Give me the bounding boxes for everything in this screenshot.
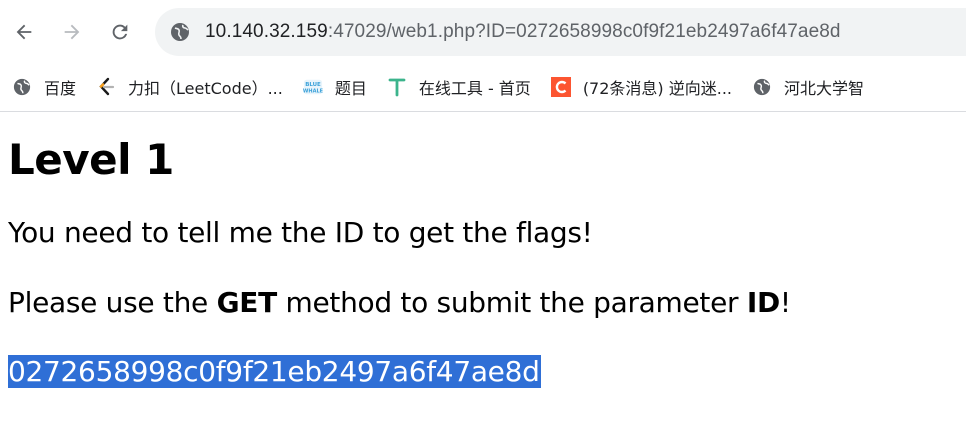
selected-id-text[interactable]: 0272658998c0f9f21eb2497a6f47ae8d	[8, 355, 541, 388]
site-info-icon[interactable]	[169, 21, 191, 43]
bookmark-label: 百度	[44, 79, 77, 98]
arrow-left-icon	[16, 24, 32, 40]
page-content: Level 1 You need to tell me the ID to ge…	[8, 112, 958, 389]
method-text-post: !	[779, 286, 791, 319]
back-button[interactable]	[4, 12, 44, 52]
arrow-right-icon	[64, 24, 80, 40]
bookmark-label: 在线工具 - 首页	[418, 79, 531, 98]
bookmark-label: 题目	[334, 79, 367, 98]
instruction-line: You need to tell me the ID to get the fl…	[8, 216, 593, 249]
reload-icon	[112, 24, 128, 40]
url-path: :47029/web1.php?ID=0272658998c0f9f21eb24…	[327, 21, 841, 42]
bookmark-leetcode[interactable]: 力扣（LeetCode）...	[88, 71, 291, 103]
bookmarks-bar: 百度 力扣（LeetCode）... BLUE WHALE 题目 在线工具 - 首…	[0, 64, 966, 110]
tool-t-icon	[387, 77, 407, 97]
svg-text:BLUE: BLUE	[305, 82, 321, 88]
bookmark-baidu[interactable]: 百度	[4, 71, 84, 103]
page-title: Level 1	[8, 135, 174, 184]
param-id: ID	[746, 286, 780, 319]
forward-button[interactable]	[52, 12, 92, 52]
csdn-c-icon	[550, 77, 571, 97]
bookmark-online-tools[interactable]: 在线工具 - 首页	[379, 71, 539, 103]
bookmark-timu[interactable]: BLUE WHALE 题目	[295, 71, 375, 103]
browser-toolbar: 10.140.32.159:47029/web1.php?ID=02726589…	[0, 0, 966, 64]
address-bar[interactable]: 10.140.32.159:47029/web1.php?ID=02726589…	[155, 8, 966, 56]
globe-icon	[752, 77, 772, 97]
bluewhale-icon: BLUE WHALE	[303, 77, 323, 97]
url-host: 10.140.32.159	[205, 21, 328, 42]
svg-text:WHALE: WHALE	[303, 88, 323, 94]
reload-button[interactable]	[100, 12, 140, 52]
leetcode-icon	[96, 77, 116, 97]
id-line: 0272658998c0f9f21eb2497a6f47ae8d	[8, 355, 958, 389]
globe-icon	[12, 77, 32, 97]
method-text-pre: Please use the	[8, 286, 217, 319]
url-text[interactable]: 10.140.32.159:47029/web1.php?ID=02726589…	[205, 21, 841, 43]
method-get: GET	[216, 286, 278, 319]
bookmark-label: 力扣（LeetCode）...	[128, 79, 283, 98]
bookmark-label: (72条消息) 逆向迷...	[582, 79, 733, 98]
method-line: Please use the GET method to submit the …	[8, 286, 958, 320]
bookmark-hbu[interactable]: 河北大学智	[744, 71, 872, 103]
method-text-mid: method to submit the parameter	[276, 286, 747, 319]
bookmark-label: 河北大学智	[784, 79, 865, 98]
bookmark-csdn[interactable]: (72条消息) 逆向迷...	[543, 71, 740, 103]
